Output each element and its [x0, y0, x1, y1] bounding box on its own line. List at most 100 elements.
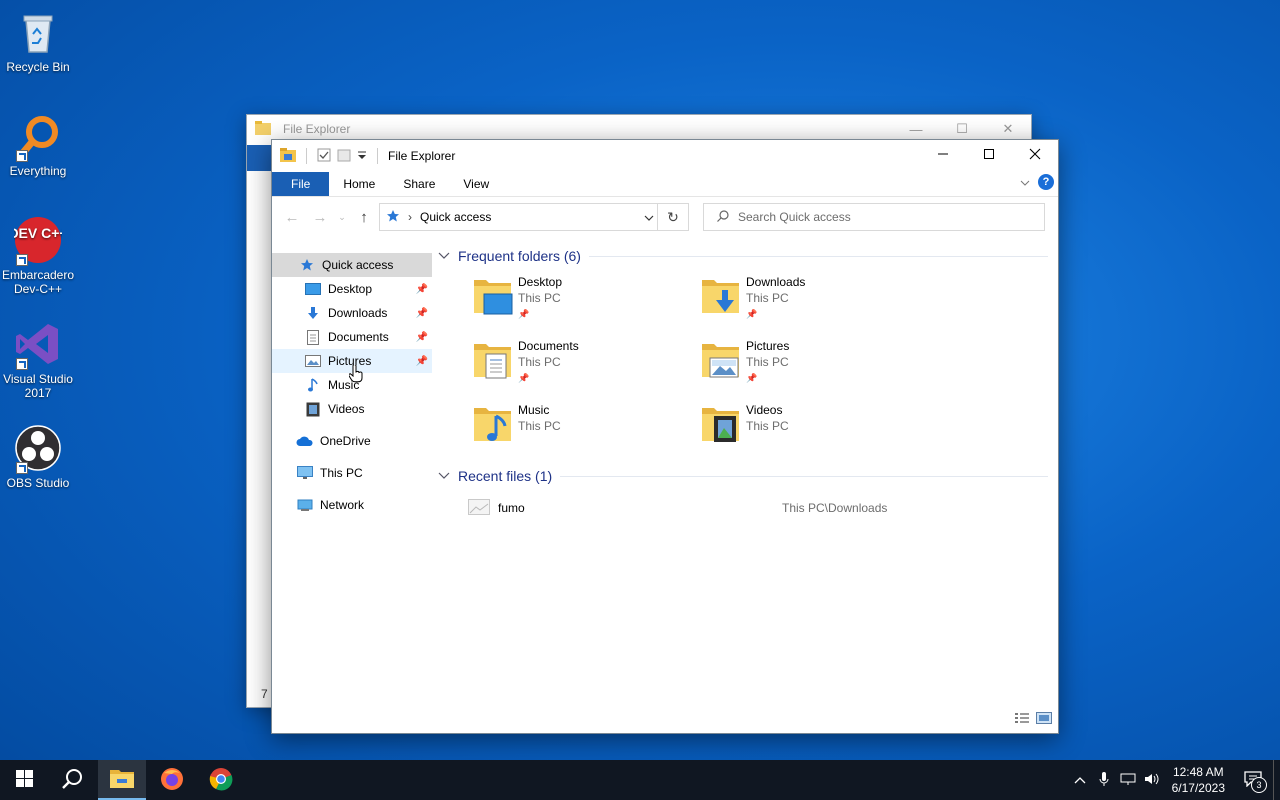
desktop-icon-label: OBS Studio	[6, 476, 70, 490]
taskbar-search-button[interactable]	[48, 760, 96, 800]
nav-item-label: Downloads	[328, 306, 388, 320]
pin-icon: 📌	[746, 309, 758, 319]
devcpp-badge-text: DEV C++	[14, 225, 62, 241]
everything-search-icon	[14, 112, 62, 162]
taskbar-chrome[interactable]	[197, 760, 245, 800]
help-icon[interactable]: ?	[1038, 174, 1054, 190]
music-folder-icon	[472, 402, 518, 446]
back-ribbon-file-tab[interactable]	[247, 145, 273, 171]
chrome-icon	[209, 767, 233, 794]
nav-item-this-pc[interactable]: This PC	[272, 461, 432, 485]
nav-item-desktop[interactable]: Desktop 📌	[272, 277, 432, 301]
desktop-icon-recycle-bin[interactable]: Recycle Bin	[0, 8, 76, 74]
desktop-icon-label: Embarcadero Dev-C++	[1, 268, 75, 296]
close-icon	[1029, 148, 1041, 163]
customize-qat-icon[interactable]	[357, 149, 367, 163]
desktop-icon-label: Recycle Bin	[6, 60, 70, 74]
pin-icon[interactable]: 📌	[416, 308, 428, 319]
start-button[interactable]	[0, 760, 48, 800]
desktop-icon-devcpp[interactable]: DEV C++ Embarcadero Dev-C++	[0, 216, 76, 296]
maximize-button[interactable]	[966, 140, 1012, 171]
folder-location: This PC	[518, 355, 561, 369]
folder-icon	[280, 147, 296, 165]
content-pane: Frequent folders (6) Desktop This PC 📌 D…	[434, 244, 1054, 520]
nav-item-quick-access[interactable]: Quick access	[272, 253, 432, 277]
folder-tile-desktop[interactable]: Desktop This PC 📌	[472, 274, 700, 324]
downloads-folder-icon	[700, 274, 746, 318]
nav-item-onedrive[interactable]: OneDrive	[272, 429, 432, 453]
address-bar[interactable]: › Quick access ↻	[379, 203, 689, 231]
forward-arrow-icon[interactable]: →	[306, 209, 334, 226]
folder-location: This PC	[518, 419, 561, 433]
folder-location: This PC	[746, 291, 789, 305]
folder-name: Music	[518, 403, 550, 417]
pin-icon[interactable]: 📌	[416, 332, 428, 343]
close-button[interactable]	[1012, 140, 1058, 171]
pictures-icon	[304, 353, 322, 369]
folder-tile-downloads[interactable]: Downloads This PC 📌	[700, 274, 928, 324]
pin-icon[interactable]: 📌	[416, 356, 428, 367]
pin-icon[interactable]: 📌	[416, 284, 428, 295]
recent-file-row[interactable]: fumo This PC\Downloads	[434, 496, 1054, 520]
nav-item-network[interactable]: Network	[272, 493, 432, 517]
ribbon-tabs: File Home Share View ?	[272, 172, 1058, 197]
refresh-icon[interactable]: ↻	[657, 204, 688, 230]
nav-item-label: OneDrive	[320, 434, 371, 448]
group-header-label: Frequent folders (6)	[458, 248, 581, 264]
new-folder-icon[interactable]	[337, 148, 351, 165]
address-path[interactable]: Quick access	[420, 210, 491, 224]
desktop-icon-obs[interactable]: OBS Studio	[0, 424, 76, 490]
group-header-recent[interactable]: Recent files (1)	[434, 464, 1054, 488]
folder-name: Downloads	[746, 275, 806, 289]
nav-item-downloads[interactable]: Downloads 📌	[272, 301, 432, 325]
taskbar-firefox[interactable]	[148, 760, 196, 800]
videos-icon	[304, 401, 322, 417]
clock[interactable]: 12:48 AM 6/17/2023	[1172, 764, 1225, 796]
tab-view[interactable]: View	[449, 172, 503, 196]
search-box[interactable]	[703, 203, 1045, 231]
nav-item-label: This PC	[320, 466, 363, 480]
nav-item-label: Documents	[328, 330, 389, 344]
back-arrow-icon[interactable]: ←	[278, 209, 306, 226]
tab-share[interactable]: Share	[389, 172, 449, 196]
minimize-button[interactable]	[920, 140, 966, 171]
microphone-icon[interactable]	[1092, 771, 1116, 790]
nav-item-documents[interactable]: Documents 📌	[272, 325, 432, 349]
minimize-icon	[937, 148, 949, 163]
window-titlebar[interactable]: File Explorer	[272, 140, 1058, 172]
explorer-window[interactable]: File Explorer File Home Share View ? ← →…	[271, 139, 1059, 734]
up-arrow-icon[interactable]: ↑	[350, 209, 378, 226]
desktop-icon-visual-studio[interactable]: Visual Studio 2017	[0, 320, 76, 400]
desktop-icon-everything[interactable]: Everything	[0, 112, 76, 178]
desktop-folder-icon	[472, 274, 518, 318]
expand-ribbon-icon[interactable]	[1020, 175, 1030, 189]
search-input[interactable]	[736, 209, 1020, 225]
show-desktop-button[interactable]	[1273, 760, 1280, 800]
details-view-icon[interactable]	[1014, 712, 1030, 727]
nav-item-label: Quick access	[322, 258, 394, 272]
folder-tile-music[interactable]: Music This PC	[472, 402, 700, 452]
properties-icon[interactable]	[317, 148, 331, 165]
collapse-chevron-icon[interactable]	[438, 252, 454, 260]
folder-name: Videos	[746, 403, 783, 417]
network-status-icon[interactable]	[1116, 772, 1140, 789]
group-header-frequent[interactable]: Frequent folders (6)	[434, 244, 1054, 268]
folder-tile-documents[interactable]: Documents This PC 📌	[472, 338, 700, 388]
tab-home[interactable]: Home	[329, 172, 389, 196]
folder-location: This PC	[518, 291, 561, 305]
folder-tile-videos[interactable]: Videos This PC	[700, 402, 928, 452]
taskbar-file-explorer[interactable]	[98, 760, 146, 800]
tab-file[interactable]: File	[272, 172, 330, 196]
file-explorer-icon	[110, 768, 134, 791]
collapse-chevron-icon[interactable]	[438, 472, 454, 480]
breadcrumb-chevron-icon[interactable]: ›	[408, 210, 412, 224]
address-dropdown-icon[interactable]	[644, 211, 654, 225]
nav-item-videos[interactable]: Videos	[272, 397, 432, 421]
quick-access-star-icon	[386, 209, 400, 226]
chevron-up-icon[interactable]	[1068, 773, 1092, 787]
large-icons-view-icon[interactable]	[1036, 712, 1052, 727]
recent-locations-icon[interactable]: ⌄	[334, 212, 350, 223]
volume-icon[interactable]	[1140, 772, 1164, 789]
folder-tile-pictures[interactable]: Pictures This PC 📌	[700, 338, 928, 388]
action-center-button[interactable]: 3	[1233, 770, 1273, 793]
